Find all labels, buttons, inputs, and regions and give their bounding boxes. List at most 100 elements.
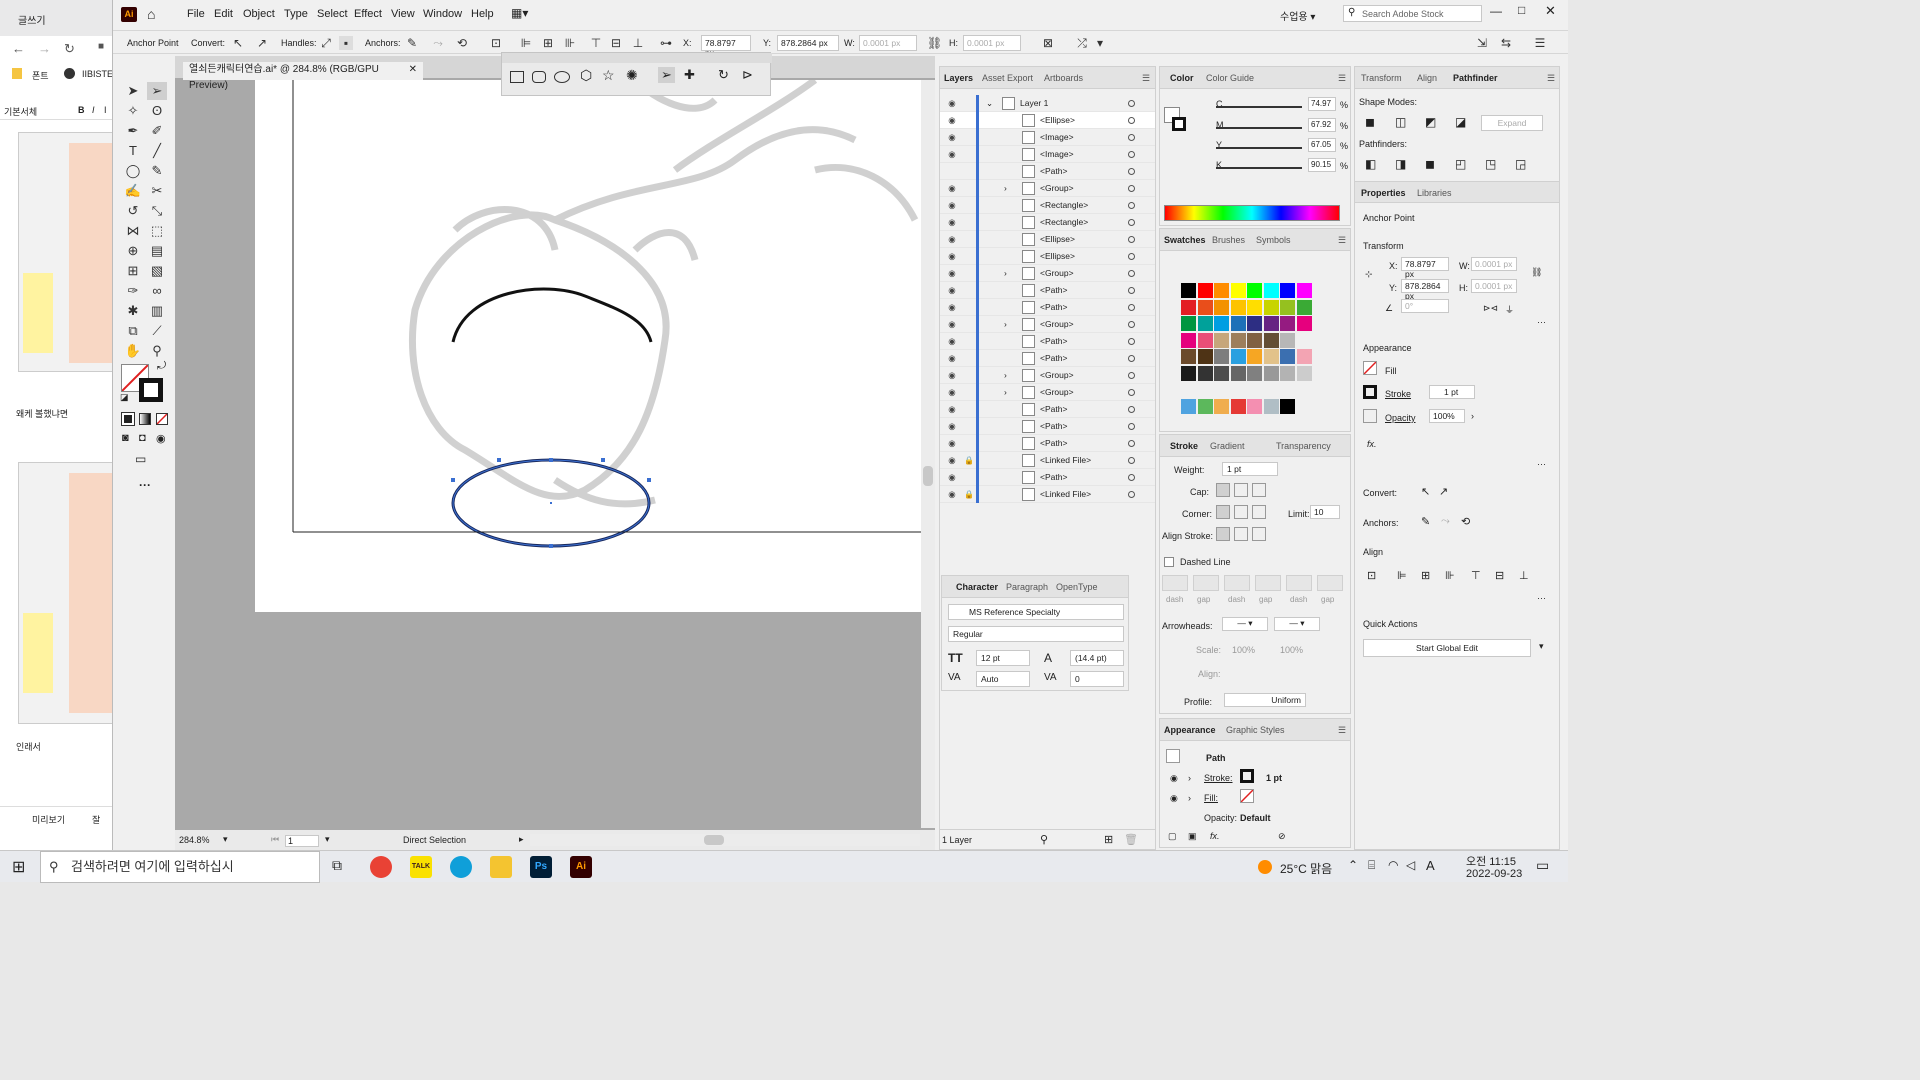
target-icon[interactable] [1128, 287, 1135, 294]
object-name[interactable]: <Group> [1040, 367, 1074, 384]
flip-horizontal-icon[interactable]: ⊳⊲ [1483, 303, 1498, 314]
object-name[interactable]: <Ellipse> [1040, 248, 1075, 265]
object-name[interactable]: <Group> [1040, 384, 1074, 401]
color-swatch[interactable] [1296, 283, 1312, 298]
menu-effect[interactable]: Effect [354, 8, 382, 20]
color-swatch[interactable] [1280, 316, 1295, 331]
zoom-tool-icon[interactable]: ⚲ [147, 342, 167, 360]
bevel-join-icon[interactable] [1252, 505, 1266, 519]
appearance-stroke-label[interactable]: Stroke: [1204, 773, 1233, 783]
target-icon[interactable] [1128, 236, 1135, 243]
polygon-icon[interactable]: ⬡ [580, 67, 592, 84]
target-icon[interactable] [1128, 134, 1135, 141]
more-options-icon[interactable]: ··· [1537, 459, 1546, 469]
workspace-switcher-icon[interactable]: ▦▾ [511, 6, 528, 20]
panel-icon[interactable]: ⇆ [1499, 36, 1513, 50]
flare-icon[interactable]: ✺ [626, 67, 638, 84]
free-transform-icon[interactable]: ⬚ [147, 222, 167, 240]
horizontal-scrollbar[interactable] [530, 834, 920, 846]
eye-icon[interactable]: ◉ [946, 248, 958, 265]
align-vcenter-icon[interactable]: ⊟ [609, 36, 623, 50]
screen-mode-icon[interactable]: ▭ [135, 452, 146, 466]
close-icon[interactable]: ✕ [1545, 3, 1556, 19]
menu-help[interactable]: Help [471, 8, 494, 20]
add-fill-icon[interactable]: ▣ [1188, 831, 1197, 842]
eye-icon[interactable]: ◉ [946, 418, 958, 435]
eye-icon[interactable]: ◉ [946, 452, 958, 469]
align-outside-icon[interactable] [1252, 527, 1266, 541]
miter-join-icon[interactable] [1216, 505, 1230, 519]
color-swatch[interactable] [1197, 349, 1213, 364]
notification-icon[interactable]: ▭ [1536, 857, 1549, 874]
m-value[interactable]: 67.92 [1308, 118, 1336, 132]
outline-icon[interactable]: ◳ [1485, 157, 1496, 171]
layer-row[interactable]: ◉ <Path> [940, 418, 1155, 435]
photoshop-icon[interactable]: Ps [530, 856, 552, 878]
ellipse-icon[interactable] [554, 71, 570, 83]
color-swatch[interactable] [1280, 283, 1295, 298]
chevron-right-icon[interactable]: › [1004, 384, 1007, 401]
layer-row[interactable]: ◉ <Rectangle> [940, 197, 1155, 214]
back-icon[interactable]: ← [12, 41, 25, 56]
status-arrow-icon[interactable]: ▸ [519, 834, 524, 845]
color-swatch[interactable] [1197, 283, 1213, 298]
home-icon[interactable]: ⌂ [147, 6, 155, 22]
target-icon[interactable] [1128, 304, 1135, 311]
target-icon[interactable] [1128, 219, 1135, 226]
rotate-icon[interactable]: ↻ [718, 67, 729, 83]
align-inside-icon[interactable] [1234, 527, 1248, 541]
round-join-icon[interactable] [1234, 505, 1248, 519]
color-swatch[interactable] [1214, 283, 1229, 298]
curve-path[interactable] [451, 287, 653, 343]
object-name[interactable]: <Ellipse> [1040, 231, 1075, 248]
target-icon[interactable] [1128, 457, 1135, 464]
target-icon[interactable] [1128, 406, 1135, 413]
layer-row[interactable]: ◉ › <Group> [940, 384, 1155, 401]
object-name[interactable]: <Image> [1040, 146, 1074, 163]
align-to-icon[interactable]: ⊡ [1367, 569, 1376, 582]
tab-swatches[interactable]: Swatches [1164, 235, 1206, 245]
eye-icon[interactable]: ◉ [946, 197, 958, 214]
default-colors-icon[interactable]: ◪ [120, 392, 129, 403]
symbol-sprayer-icon[interactable]: ✱ [123, 302, 143, 320]
reload-icon[interactable]: ↻ [64, 41, 75, 57]
gap-field[interactable] [1317, 575, 1343, 591]
isolate-icon[interactable]: ⊠ [1041, 36, 1055, 50]
color-swatch[interactable] [1263, 365, 1279, 381]
color-swatch[interactable] [1263, 349, 1279, 364]
draw-behind-icon[interactable]: ◘ [139, 432, 146, 444]
fill-swatch[interactable] [1363, 361, 1377, 375]
reference-point-icon[interactable]: ⊹ [1365, 269, 1373, 280]
layer-row[interactable]: ◉ › <Group> [940, 265, 1155, 282]
align-vcenter-icon[interactable]: ⊟ [1495, 569, 1504, 582]
layer-row[interactable]: ◉ <Path> [940, 469, 1155, 486]
target-icon[interactable] [1128, 440, 1135, 447]
color-swatch[interactable] [1230, 283, 1246, 298]
object-name[interactable]: <Path> [1040, 418, 1067, 435]
stroke-weight-field[interactable]: 1 pt [1429, 385, 1475, 399]
new-layer-icon[interactable]: ⊞ [1104, 833, 1113, 846]
color-swatch[interactable] [1280, 349, 1295, 364]
menu-edit[interactable]: Edit [214, 8, 233, 20]
color-swatch[interactable] [1280, 399, 1295, 414]
limit-field[interactable]: 10 [1310, 505, 1340, 519]
font-size-field[interactable]: 12 pt [976, 650, 1030, 666]
object-name[interactable]: <Path> [1040, 333, 1067, 350]
target-icon[interactable] [1128, 151, 1135, 158]
color-swatch[interactable] [1197, 299, 1213, 315]
stroke-color-swatch[interactable] [1240, 769, 1254, 783]
puppet-warp-icon[interactable]: ⤮ [1075, 36, 1089, 50]
layer-row[interactable]: ◉ › <Group> [940, 180, 1155, 197]
color-swatch[interactable] [1263, 332, 1279, 348]
eye-icon[interactable]: ◉ [946, 469, 958, 486]
chevron-down-icon[interactable]: ▾ [1539, 641, 1544, 652]
illustrator-icon[interactable]: Ai [570, 856, 592, 878]
document-tab[interactable]: 열쇠든캐릭터연습.ai* @ 284.8% (RGB/GPU Preview) … [183, 62, 423, 91]
color-swatch[interactable] [1280, 365, 1295, 381]
y-slider[interactable] [1216, 147, 1302, 149]
target-icon[interactable] [1128, 168, 1135, 175]
lock-icon[interactable]: 🔒 [964, 452, 974, 469]
k-slider[interactable] [1216, 167, 1302, 169]
color-swatch[interactable] [1296, 365, 1312, 381]
width-tool-icon[interactable]: ⋈ [123, 222, 143, 240]
